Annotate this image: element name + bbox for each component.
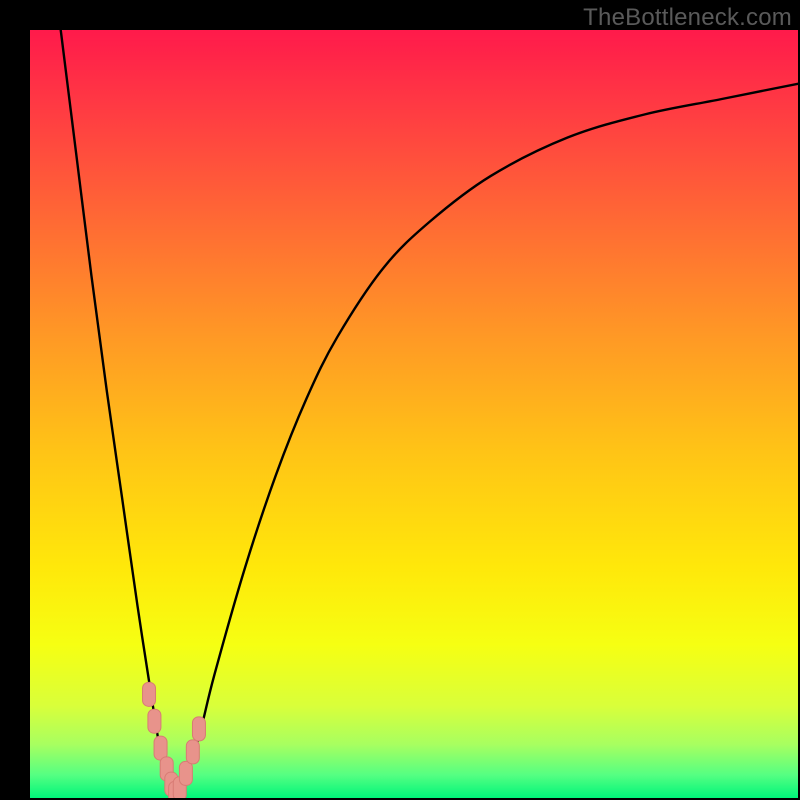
plot-area [30, 30, 798, 798]
chart-overlay [30, 30, 798, 798]
watermark-text: TheBottleneck.com [583, 4, 792, 32]
sample-point [148, 709, 161, 733]
chart-frame: TheBottleneck.com [0, 0, 800, 800]
sample-point [143, 682, 156, 706]
sample-point [186, 740, 199, 764]
bottleneck-curve [61, 30, 798, 798]
sample-point [192, 717, 205, 741]
sample-point [179, 761, 192, 785]
sample-points [143, 682, 206, 798]
